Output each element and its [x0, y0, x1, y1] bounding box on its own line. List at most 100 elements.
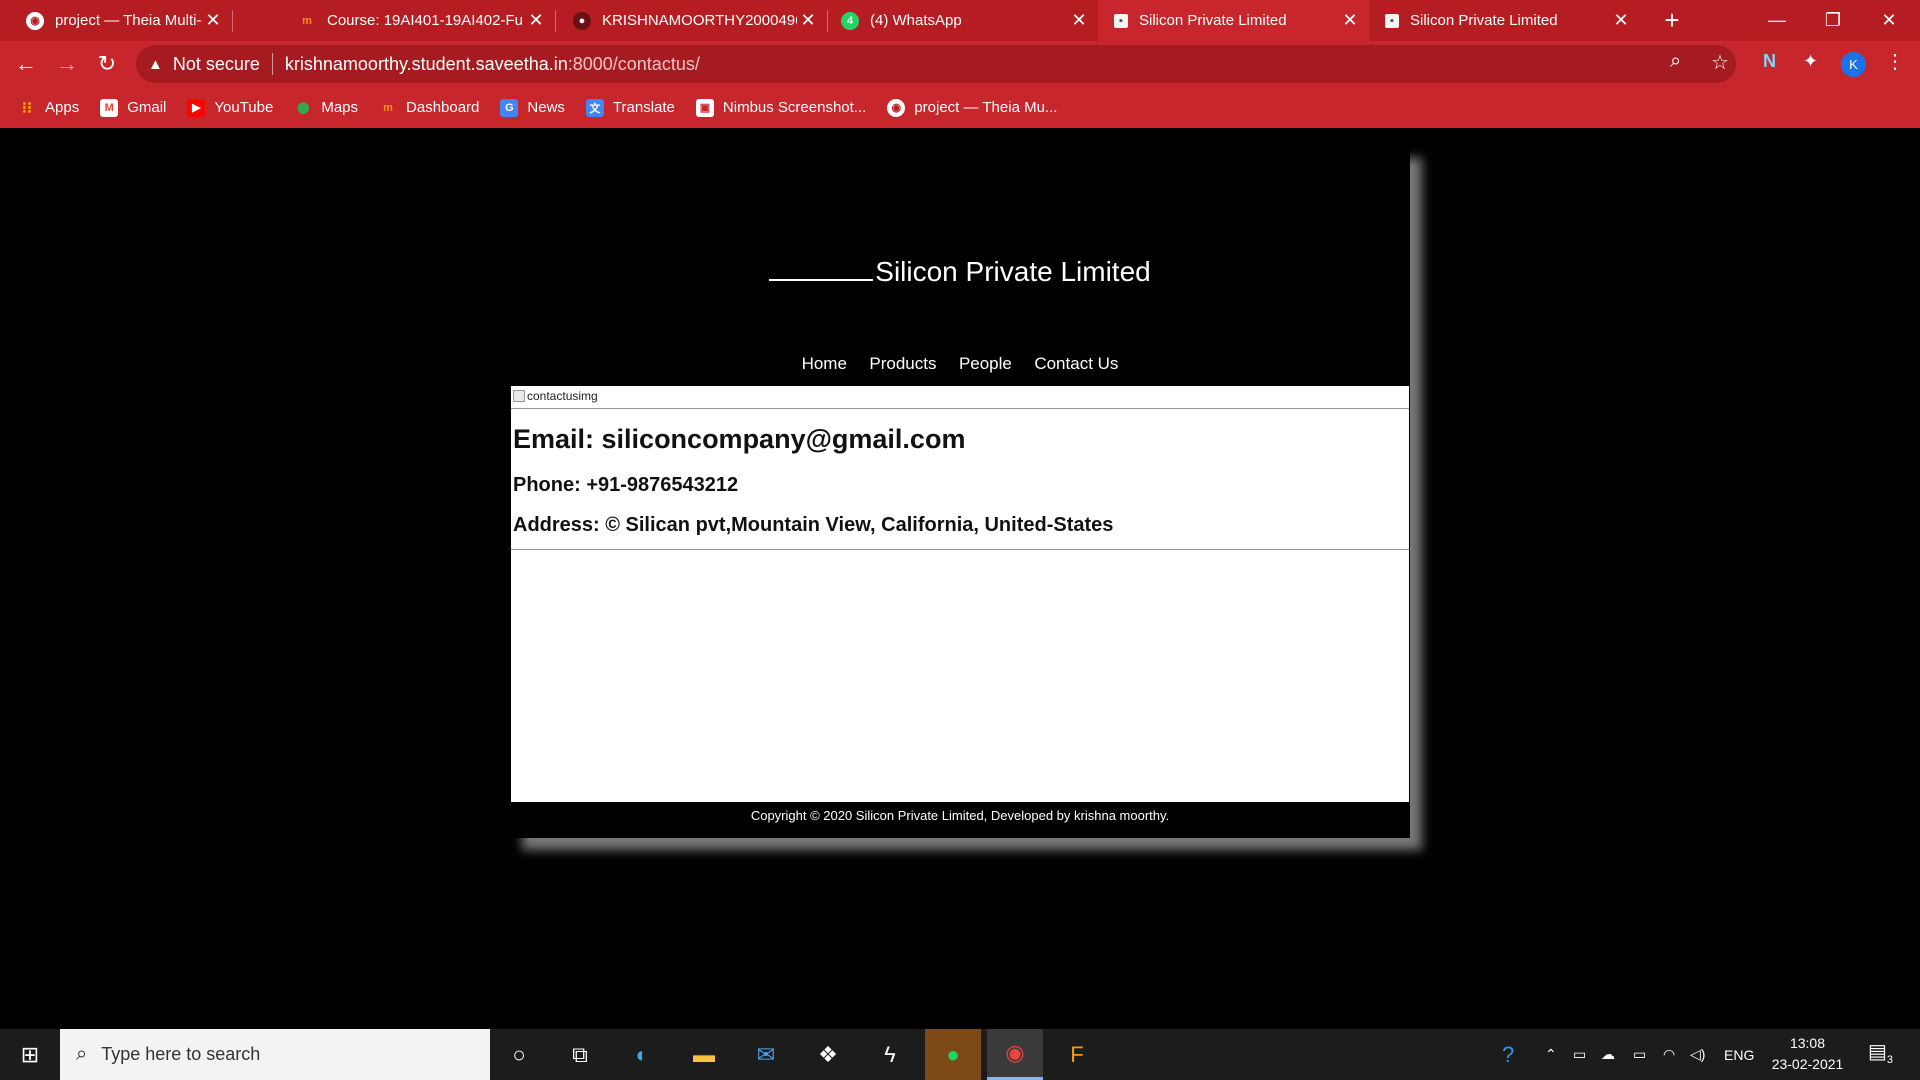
menu-dots-icon[interactable]: ⋮ [1885, 49, 1905, 74]
tab-title: (4) WhatsApp [870, 12, 962, 29]
language-indicator[interactable]: ENG [1724, 1029, 1754, 1080]
url-path: :8000/contactus/ [567, 53, 700, 74]
wifi-icon[interactable]: ◠ [1663, 1029, 1675, 1080]
close-icon[interactable]: ✕ [1339, 10, 1361, 31]
contact-address: Address: © Silican pvt,Mountain View, Ca… [513, 514, 1114, 536]
clock-time: 13:08 [1789, 1035, 1826, 1051]
site-nav: Home Products People Contact Us [510, 354, 1410, 374]
spotify-icon[interactable]: ● [925, 1029, 981, 1080]
tab-title: Course: 19AI401-19AI402-Fu [327, 12, 523, 29]
chrome-icon[interactable]: ◉ [987, 1029, 1043, 1080]
tab-strip: ◉ project — Theia Multi-Langu ✕ m Course… [0, 0, 1920, 41]
gmail-icon: M [100, 98, 119, 117]
file-explorer-icon[interactable]: ▬ [676, 1029, 732, 1080]
extensions-puzzle-icon[interactable]: ✦ [1803, 51, 1818, 72]
meet-icon[interactable]: ▭ [1573, 1029, 1586, 1080]
broken-image-icon [513, 390, 525, 402]
tab-silicon[interactable]: ▪ Silicon Private Limited ✕ [1369, 0, 1640, 41]
clock[interactable]: 13:08 23-02-2021 [1760, 1033, 1855, 1075]
bookmark-label: Nimbus Screenshot... [722, 99, 867, 116]
divider [511, 408, 1409, 409]
close-icon[interactable]: ✕ [797, 10, 819, 31]
warning-icon[interactable]: ▲ [148, 56, 163, 73]
chevron-up-icon[interactable]: ⌃ [1545, 1029, 1557, 1080]
tab-title: KRISHNAMOORTHY2000496 [602, 12, 797, 29]
whatsapp-icon: 4 [841, 11, 859, 30]
close-icon[interactable]: ✕ [1068, 10, 1090, 31]
bookmark-label: Gmail [127, 99, 167, 116]
nimbus-extension-icon[interactable]: N [1763, 51, 1776, 72]
back-button[interactable]: ← [10, 49, 42, 79]
contact-email: Email: siliconcompany@gmail.com [513, 424, 966, 454]
address-bar[interactable]: ▲ Not secure krishnamoorthy.student.save… [136, 45, 1736, 83]
url-host: krishnamoorthy.student.saveetha.in [284, 53, 568, 74]
windows-start-icon[interactable]: ⊞ [0, 1029, 60, 1080]
close-icon[interactable]: ✕ [525, 10, 547, 31]
youtube-icon: ▶ [187, 98, 206, 117]
profile-avatar[interactable]: K [1841, 52, 1866, 77]
dropbox-icon[interactable]: ❖ [800, 1029, 856, 1080]
bookmark-youtube[interactable]: ▶ YouTube [187, 98, 273, 117]
nav-contact-link[interactable]: Contact Us [1034, 354, 1118, 373]
translate-icon: 文 [585, 98, 604, 117]
bookmark-dashboard[interactable]: m Dashboard [379, 99, 479, 117]
restore-button[interactable]: ❐ [1805, 0, 1861, 41]
bookmark-label: Maps [321, 99, 359, 116]
mail-icon[interactable]: ✉ [738, 1029, 794, 1080]
nav-home-link[interactable]: Home [802, 354, 847, 373]
reload-button[interactable]: ↻ [91, 49, 123, 79]
new-tab-button[interactable]: + [1656, 4, 1688, 36]
tab-project-theia[interactable]: ◉ project — Theia Multi-Langu ✕ [0, 0, 232, 41]
close-icon[interactable]: ✕ [1610, 10, 1632, 31]
bookmark-nimbus[interactable]: ▣ Nimbus Screenshot... [695, 98, 867, 117]
bookmark-star-icon[interactable]: ☆ [1711, 50, 1729, 75]
battery-icon[interactable]: ▭ [1633, 1029, 1646, 1080]
contact-phone: Phone: +91-9876543212 [513, 474, 739, 496]
bookmark-apps[interactable]: ⁝⁝ Apps [18, 99, 79, 117]
bookmark-gmail[interactable]: M Gmail [100, 98, 167, 117]
site-title: Silicon Private Limited [875, 256, 1151, 287]
site-container: Silicon Private Limited Home Products Pe… [510, 146, 1410, 838]
divider [271, 53, 273, 75]
nav-products-link[interactable]: Products [869, 354, 936, 373]
tab-silicon-active[interactable]: ▪ Silicon Private Limited ✕ [1098, 0, 1369, 41]
bookmark-maps[interactable]: ⬤ Maps [294, 99, 358, 117]
tab-course[interactable]: m Course: 19AI401-19AI402-Fu ✕ [272, 0, 555, 41]
taskbar-search[interactable]: ⌕ Type here to search [60, 1029, 490, 1080]
volume-icon[interactable]: ◁) [1690, 1029, 1705, 1080]
close-icon[interactable]: ✕ [202, 10, 224, 31]
notification-count: 3 [1886, 1054, 1894, 1066]
filezilla-icon[interactable]: F [1049, 1029, 1105, 1080]
clock-date: 23-02-2021 [1771, 1056, 1844, 1072]
lightning-app-icon[interactable]: ϟ [862, 1029, 918, 1080]
globe-icon: ◉ [887, 98, 906, 117]
zoom-icon[interactable]: ⌕ [1670, 50, 1681, 73]
tab-title: Silicon Private Limited [1139, 12, 1287, 29]
task-view-icon[interactable]: ⧉ [552, 1029, 608, 1080]
security-label[interactable]: Not secure [173, 54, 260, 75]
tab-github[interactable]: ● KRISHNAMOORTHY2000496 ✕ [555, 0, 827, 41]
site-icon: ▪ [1114, 13, 1128, 28]
tab-title: project — Theia Multi-Langu [55, 12, 202, 29]
bookmark-label: Translate [612, 99, 675, 116]
nav-people-link[interactable]: People [959, 354, 1012, 373]
forward-button[interactable]: → [51, 49, 83, 79]
help-icon[interactable]: ? [1502, 1029, 1514, 1080]
onedrive-cloud-icon[interactable]: ☁ [1601, 1029, 1615, 1080]
close-window-button[interactable]: ✕ [1861, 0, 1917, 41]
bookmarks-bar: ⁝⁝ Apps M Gmail ▶ YouTube ⬤ Maps m Dashb… [0, 87, 1920, 128]
divider [511, 549, 1409, 550]
site-header: Silicon Private Limited [510, 256, 1410, 288]
contact-image: contactusimg [513, 389, 598, 403]
title-underline [769, 257, 874, 281]
edge-icon[interactable]: ◐ [614, 1029, 670, 1080]
notification-center-icon[interactable]: ▤3 [1868, 1039, 1893, 1066]
cortana-icon[interactable]: ○ [491, 1029, 547, 1080]
bookmark-news[interactable]: G News [500, 98, 565, 117]
tab-whatsapp[interactable]: 4 (4) WhatsApp ✕ [827, 0, 1098, 41]
bookmark-project[interactable]: ◉ project — Theia Mu... [887, 98, 1058, 117]
bookmark-translate[interactable]: 文 Translate [585, 98, 675, 117]
news-icon: G [500, 98, 519, 117]
minimize-button[interactable]: — [1749, 0, 1805, 41]
bookmark-label: project — Theia Mu... [914, 99, 1058, 116]
